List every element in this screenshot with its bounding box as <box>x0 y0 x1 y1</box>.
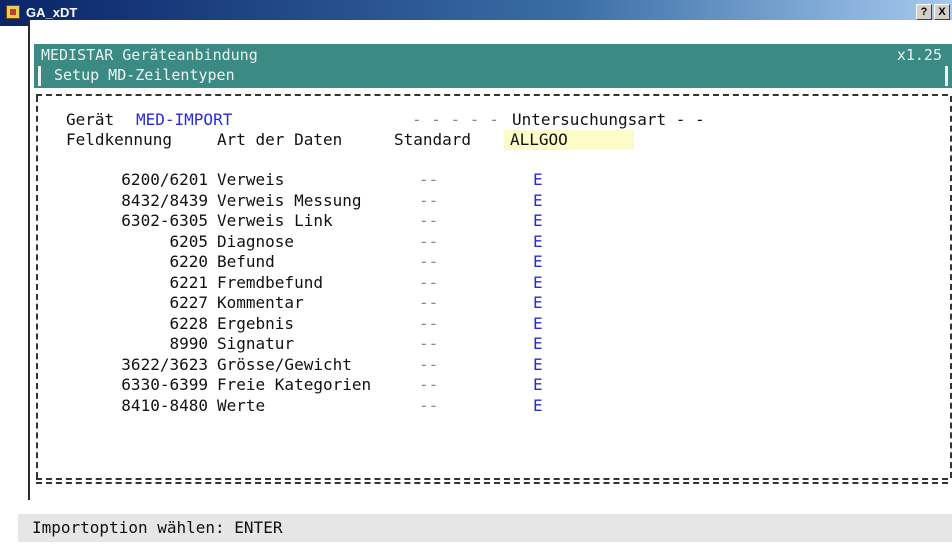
row-standard: -- <box>419 190 439 210</box>
row-value[interactable]: E <box>533 252 543 272</box>
row-feldkennung: 6227 <box>169 293 208 312</box>
bottom-divider-2 <box>36 482 948 484</box>
geraet-label: Gerät <box>66 110 115 129</box>
row-feldkennung: 8990 <box>169 334 208 353</box>
app-icon <box>6 5 20 19</box>
row-value[interactable]: E <box>533 211 543 231</box>
header-left-border <box>38 66 41 86</box>
close-button[interactable]: X <box>934 4 950 20</box>
row-value[interactable]: E <box>533 293 543 313</box>
row-feldkennung: 6330-6399 <box>121 375 208 394</box>
row-art: Werte <box>217 395 266 415</box>
help-button[interactable]: ? <box>916 4 932 20</box>
row-art: Diagnose <box>217 231 295 251</box>
row-standard: -- <box>419 395 439 415</box>
untersuchungsart-label: Untersuchungsart - - <box>512 110 705 129</box>
row-feldkennung: 6205 <box>169 231 208 251</box>
row-standard: -- <box>419 211 439 230</box>
app-header: MEDISTAR Geräteanbindung x1.25 Setup MD-… <box>34 44 952 88</box>
row-art: Ergebnis <box>217 313 295 333</box>
header-right-border <box>945 66 948 86</box>
status-message: Importoption wählen: ENTER <box>32 518 283 537</box>
col-header-allgoo[interactable]: ALLGOO <box>504 130 634 150</box>
row-value[interactable]: E <box>533 273 543 293</box>
row-value[interactable]: E <box>533 375 543 395</box>
row-standard: -- <box>419 334 439 353</box>
col-header-art: Art der Daten <box>217 130 343 149</box>
row-art: Grösse/Gewicht <box>217 354 352 374</box>
row-standard: -- <box>419 272 439 292</box>
row-art: Kommentar <box>217 293 304 312</box>
window-title: GA_xDT <box>26 5 78 20</box>
row-standard: -- <box>419 170 439 189</box>
row-art: Fremdbefund <box>217 272 323 292</box>
row-art: Verweis <box>217 170 285 189</box>
row-art: Verweis Link <box>217 211 333 230</box>
row-value[interactable]: E <box>533 314 543 334</box>
row-feldkennung: 6228 <box>169 313 208 333</box>
row-standard: -- <box>419 375 439 394</box>
app-name: MEDISTAR Geräteanbindung <box>41 46 258 64</box>
row-feldkennung: 8410-8480 <box>121 395 208 415</box>
row-art: Signatur <box>217 334 295 353</box>
row-feldkennung: 6200/6201 <box>121 170 208 189</box>
row-standard: -- <box>419 354 439 374</box>
row-value[interactable]: E <box>533 170 543 190</box>
row-feldkennung: 6221 <box>169 272 208 292</box>
screen-subtitle: Setup MD-Zeilentypen <box>54 66 235 84</box>
row-value[interactable]: E <box>533 334 543 354</box>
row-standard: -- <box>419 231 439 251</box>
row-value[interactable]: E <box>533 396 543 416</box>
app-version: x1.25 <box>896 46 942 64</box>
row-standard: -- <box>419 293 439 312</box>
row-standard: -- <box>419 313 439 333</box>
row-feldkennung: 6302-6305 <box>121 211 208 230</box>
row-value[interactable]: E <box>533 191 543 211</box>
row-feldkennung: 8432/8439 <box>121 190 208 210</box>
row-feldkennung: 6220 <box>169 252 208 271</box>
row-art: Verweis Messung <box>217 190 362 210</box>
row-art: Freie Kategorien <box>217 375 372 394</box>
row-feldkennung: 3622/3623 <box>121 354 208 374</box>
status-bar: Importoption wählen: ENTER <box>18 514 952 542</box>
geraet-value[interactable]: MED-IMPORT <box>136 110 232 130</box>
col-header-standard: Standard <box>394 130 472 149</box>
header-dashes: - - - - - <box>412 110 499 129</box>
col-header-feldkennung: Feldkennung <box>66 130 172 149</box>
bottom-divider-1 <box>36 478 948 480</box>
row-value[interactable]: E <box>533 232 543 252</box>
row-standard: -- <box>419 252 439 271</box>
row-art: Befund <box>217 252 275 271</box>
row-value[interactable]: E <box>533 355 543 375</box>
